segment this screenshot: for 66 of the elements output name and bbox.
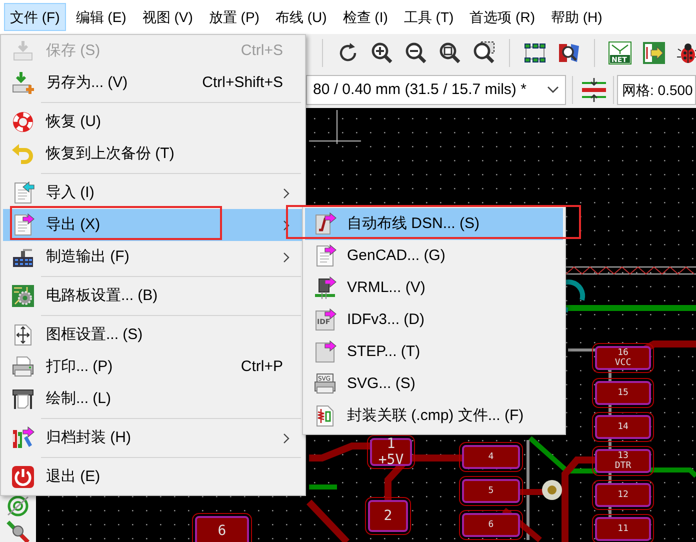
shortcut-text: Ctrl+P bbox=[240, 356, 283, 377]
pcb-pad: 1 +5V bbox=[370, 438, 412, 466]
menu-item[interactable]: 绘制... (L) bbox=[3, 383, 303, 415]
menu-item[interactable]: 恢复 (U) bbox=[3, 106, 303, 138]
pcb-pad: 2 bbox=[368, 500, 408, 532]
document-icon bbox=[313, 340, 337, 364]
menu-title[interactable]: 布线 (U) bbox=[269, 3, 333, 31]
shortcut-text: Ctrl+S bbox=[240, 40, 283, 61]
printer-icon bbox=[11, 355, 35, 379]
menu-item[interactable]: 自动布线 DSN... (S) bbox=[305, 208, 563, 240]
pcb-trace bbox=[650, 468, 696, 478]
menu-item[interactable]: STEP... (T) bbox=[305, 336, 563, 368]
caret-icon bbox=[547, 86, 559, 94]
shortcut-text: Ctrl+Shift+S bbox=[202, 72, 283, 93]
pcb-trace bbox=[502, 508, 542, 542]
cursor-crosshair bbox=[308, 110, 362, 144]
pcb-pad: 16 VCC bbox=[595, 346, 651, 370]
menu-title[interactable]: 帮助 (H) bbox=[544, 3, 608, 31]
menu-item[interactable]: 另存为... (V) Ctrl+Shift+S bbox=[3, 67, 303, 99]
track-width-icon[interactable] bbox=[579, 75, 609, 105]
undo-icon bbox=[11, 142, 35, 166]
pcb-trace bbox=[309, 484, 337, 490]
menu-title[interactable]: 首选项 (R) bbox=[464, 3, 541, 31]
document-icon bbox=[313, 212, 337, 236]
menu-title[interactable]: 编辑 (E) bbox=[70, 3, 132, 31]
pcb-trace bbox=[309, 442, 372, 462]
menu-item[interactable]: 封装关联 (.cmp) 文件... (F) bbox=[305, 400, 563, 432]
menu-title[interactable]: 检查 (I) bbox=[336, 3, 394, 31]
save-icon bbox=[11, 39, 35, 63]
menu-item[interactable]: 打印... (P) Ctrl+P bbox=[3, 351, 303, 383]
route-icon[interactable] bbox=[5, 520, 31, 542]
pcb-pad: 13 DTR bbox=[595, 449, 651, 473]
pcb-pad: 6 bbox=[462, 513, 520, 537]
menu-item[interactable]: VRML... (V) bbox=[305, 272, 563, 304]
menu-item[interactable]: GenCAD... (G) bbox=[305, 240, 563, 272]
menu-item[interactable]: 恢复到上次备份 (T) bbox=[3, 138, 303, 170]
component-icon bbox=[313, 276, 337, 300]
menu-item[interactable]: 图框设置... (S) bbox=[3, 319, 303, 351]
archive-icon bbox=[11, 426, 35, 450]
pcb-trace bbox=[306, 500, 350, 542]
pcb-pad: 15 bbox=[595, 381, 651, 405]
grid-dropdown[interactable]: 网格: 0.500 bbox=[617, 75, 696, 105]
pcb-pad: 4 bbox=[462, 445, 520, 469]
target-icon[interactable] bbox=[5, 495, 31, 517]
pcb-pad: 12 bbox=[595, 483, 651, 507]
menu-title[interactable]: 文件 (F) bbox=[4, 3, 66, 31]
pcb-via bbox=[542, 480, 562, 500]
pcb-pad: 6 bbox=[195, 516, 249, 542]
menu-item[interactable]: 归档封装 (H) bbox=[3, 422, 303, 454]
menu-title[interactable]: 视图 (V) bbox=[136, 3, 199, 31]
menu-item[interactable]: 导出 (X) bbox=[3, 209, 303, 241]
board-gear-icon bbox=[11, 284, 35, 308]
save-as-icon bbox=[11, 71, 35, 95]
menu-item[interactable]: 电路板设置... (B) bbox=[3, 280, 303, 312]
track-width-dropdown[interactable]: 80 / 0.40 mm (31.5 / 15.7 mils) * bbox=[306, 75, 566, 105]
plotter-icon bbox=[11, 387, 35, 411]
menu-title[interactable]: 工具 (T) bbox=[398, 3, 460, 31]
pcb-pad: 11 bbox=[595, 517, 651, 541]
power-icon bbox=[11, 465, 35, 489]
menu-item[interactable]: 制造输出 (F) bbox=[3, 241, 303, 273]
menu-title[interactable]: 放置 (P) bbox=[202, 3, 266, 31]
pcb-pad: 5 bbox=[462, 479, 520, 503]
menu-item[interactable]: 导入 (I) bbox=[3, 177, 303, 209]
pcb-pad: 14 bbox=[595, 415, 651, 439]
lifebuoy-icon bbox=[11, 110, 35, 134]
menu-item[interactable]: 退出 (E) bbox=[3, 461, 303, 493]
